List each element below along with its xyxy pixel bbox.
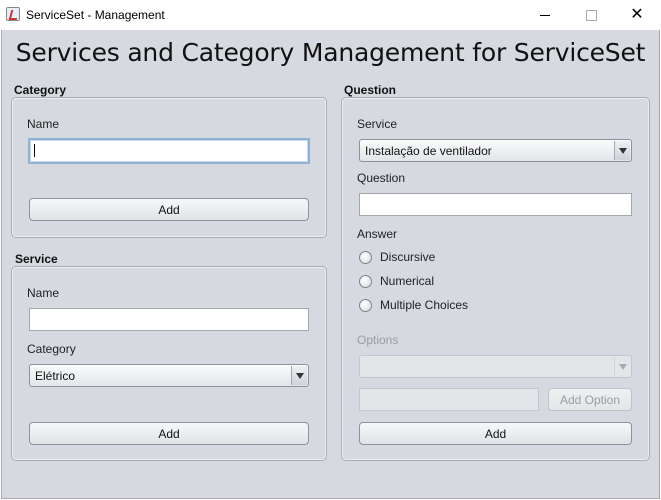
answer-option-numerical[interactable]: Numerical xyxy=(359,274,434,288)
title-bar: ServiceSet - Management ✕ xyxy=(0,0,661,30)
service-group-title: Service xyxy=(15,252,58,266)
answer-option-discursive[interactable]: Discursive xyxy=(359,250,435,264)
radio-button-icon[interactable] xyxy=(359,250,372,264)
close-icon: ✕ xyxy=(630,6,644,23)
minimize-button[interactable] xyxy=(522,0,568,30)
question-input[interactable] xyxy=(359,193,632,216)
question-group-title: Question xyxy=(344,83,397,97)
answer-option-label: Discursive xyxy=(380,250,436,264)
options-select xyxy=(359,355,632,378)
service-name-input[interactable] xyxy=(29,308,309,331)
category-name-input[interactable] xyxy=(28,138,310,164)
service-name-label: Name xyxy=(27,286,60,300)
dropdown-arrow-icon[interactable] xyxy=(614,141,630,160)
close-button[interactable]: ✕ xyxy=(614,0,660,30)
option-text-input xyxy=(359,388,539,411)
add-option-button: Add Option xyxy=(548,388,632,411)
question-service-value: Instalação de ventilador xyxy=(365,144,492,158)
text-caret xyxy=(34,144,35,157)
window-title: ServiceSet - Management xyxy=(26,8,165,22)
maximize-icon xyxy=(585,9,597,21)
options-label: Options xyxy=(357,333,399,347)
page-title: Services and Category Management for Ser… xyxy=(15,38,646,67)
answer-option-multiple-choices[interactable]: Multiple Choices xyxy=(359,298,468,312)
add-category-button[interactable]: Add xyxy=(29,198,309,221)
add-service-button[interactable]: Add xyxy=(29,422,309,445)
service-category-label: Category xyxy=(27,342,76,356)
minimize-icon xyxy=(540,14,550,16)
question-label: Question xyxy=(357,171,406,185)
radio-button-icon[interactable] xyxy=(359,274,372,288)
category-group-title: Category xyxy=(14,83,67,97)
question-service-label: Service xyxy=(357,117,398,131)
java-app-icon xyxy=(6,7,20,21)
service-category-select[interactable]: Elétrico xyxy=(29,364,309,387)
answer-option-label: Multiple Choices xyxy=(380,298,469,312)
dropdown-arrow-icon[interactable] xyxy=(291,366,307,385)
service-category-value: Elétrico xyxy=(35,369,76,383)
answer-option-label: Numerical xyxy=(380,274,435,288)
category-name-label: Name xyxy=(27,117,60,131)
dropdown-arrow-icon xyxy=(614,357,630,376)
question-service-select[interactable]: Instalação de ventilador xyxy=(359,139,632,162)
answer-label: Answer xyxy=(357,227,398,241)
maximize-button[interactable] xyxy=(568,0,614,30)
radio-button-icon[interactable] xyxy=(359,298,372,312)
add-question-button[interactable]: Add xyxy=(359,422,632,445)
